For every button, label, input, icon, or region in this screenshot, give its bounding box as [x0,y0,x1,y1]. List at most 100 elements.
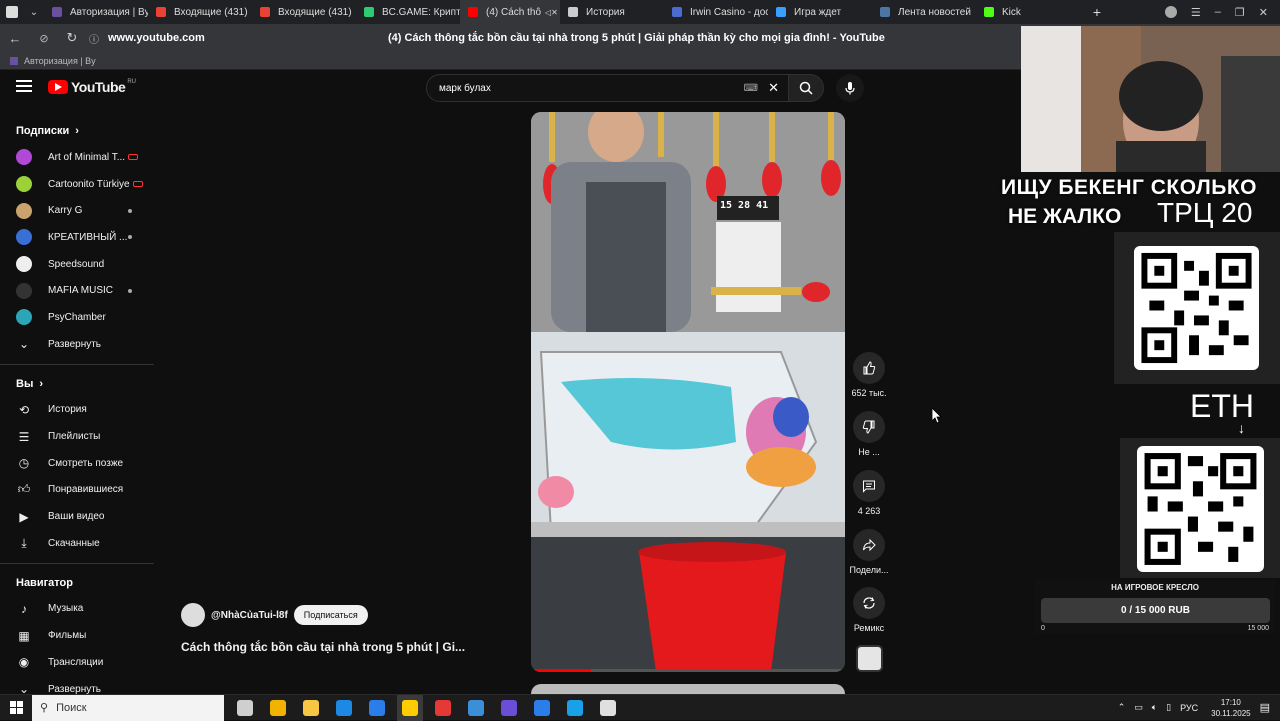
notifications-icon[interactable]: ▤ [1260,701,1270,714]
close-tab-icon[interactable]: ◁✕ [545,8,558,17]
thumb-down-icon[interactable] [853,411,885,443]
sidebar-item[interactable]: ☰ Плейлисты [0,423,154,450]
restore-icon[interactable]: ❐ [1235,6,1245,19]
file-explorer-icon[interactable] [298,695,324,721]
you-heading[interactable]: Вы › [0,371,154,397]
edge-icon[interactable] [331,695,357,721]
sidebar-subscription-item[interactable]: MAFIA MUSIC [0,277,154,304]
yandex-icon[interactable] [430,695,456,721]
notepad-icon[interactable] [529,695,555,721]
browser-tab[interactable]: Irwin Casino - досту [664,0,768,24]
sidebar-subscription-item[interactable]: Cartoonito Türkiye [0,171,154,198]
browser-tab[interactable]: Входящие (431) [148,0,252,24]
search-button[interactable] [788,74,824,102]
goal-value: 0 / 15 000 RUB [1121,605,1190,616]
site-info-icon[interactable]: ⓘ [86,31,102,46]
close-window-icon[interactable]: ✕ [1259,6,1268,19]
new-tab-button[interactable]: + [1086,3,1108,21]
yandex-browser-icon[interactable] [396,694,423,721]
sidebar-divider [0,363,154,365]
video-title[interactable]: Cách thông tắc bồn cầu tại nhà trong 5 p… [181,640,465,654]
battery-icon[interactable]: ▯ [1166,702,1171,713]
task-view-icon[interactable] [232,695,258,721]
sidebar-item-label: Развернуть [48,683,102,695]
voice-search-button[interactable] [836,74,864,102]
minimize-icon[interactable]: – [1215,6,1221,18]
sidebar-subscription-item[interactable]: Speedsound [0,251,154,278]
search-input[interactable]: марк булах [439,83,491,94]
sidebar-item[interactable]: 👍︎ Понравившиеся [0,477,154,504]
sidebar-item[interactable]: ♪ Музыка [0,596,154,623]
hamburger-menu-icon[interactable] [16,80,32,94]
speaker-icon[interactable]: 🔈︎ [1152,702,1157,713]
sidebar-item[interactable]: ⟲ История [0,397,154,424]
history-icon: ⟲ [18,402,30,417]
channel-avatar[interactable] [181,603,205,627]
subscriptions-heading[interactable]: Подписки › [0,118,154,144]
like-action[interactable]: 652 тыс. [846,352,892,398]
sidebar-subscription-item[interactable]: КРЕАТИВНЫЙ ... [0,224,154,251]
share-icon[interactable] [853,529,885,561]
remix-action[interactable]: Ремикс [846,587,892,633]
browser-tab[interactable]: История [560,0,664,24]
reload-icon[interactable]: ↻ [58,30,86,46]
comment-icon[interactable] [853,470,885,502]
keyboard-language[interactable]: РУС [1180,703,1198,713]
microsoft-store-icon[interactable] [265,695,291,721]
next-video-peek[interactable] [531,684,845,694]
video-progress-bar[interactable] [531,669,845,672]
browser-tab[interactable]: Игра ждет [768,0,872,24]
discord-icon[interactable] [496,695,522,721]
subscribe-button[interactable]: Подписаться [293,605,368,625]
back-icon[interactable]: ← [0,31,30,46]
dislike-action[interactable]: Не ... [846,411,892,457]
menu-icon[interactable]: ☰ [1191,6,1201,19]
bookmark-item[interactable]: Авторизация | By [24,56,96,66]
tray-chevron-up-icon[interactable]: ⌃ [1118,702,1126,713]
sidebar-item[interactable]: ▦ Фильмы [0,622,154,649]
sidebar-subscription-item[interactable]: Karry G [0,197,154,224]
telegram-icon[interactable] [562,695,588,721]
share-action[interactable]: Подели... [846,529,892,575]
dislike-label: Не ... [858,447,880,457]
remix-icon[interactable] [853,587,885,619]
browser-tab[interactable]: Лента новостей [872,0,976,24]
sidebar-item[interactable]: ◉ Трансляции [0,649,154,676]
youtube-logo[interactable]: YouTube RU [48,79,136,95]
tab-favicon-icon [364,7,374,17]
sidebar-item[interactable]: ◷ Смотреть позже [0,450,154,477]
sidebar-item[interactable]: ⤓ Скачанные [0,530,154,557]
browser-tab[interactable]: BC.GAME: Крипто [356,0,460,24]
browser-tab[interactable]: Kick [976,0,1080,24]
shield-icon[interactable]: ⊘ [30,32,58,45]
taskbar-search[interactable]: ⚲ Поиск [32,694,224,721]
browser-tab[interactable]: (4) Cách thô ◁✕ [460,0,560,24]
windows-start-icon[interactable] [0,695,32,721]
tab-label: Лента новостей [898,6,971,18]
url-text[interactable]: www.youtube.com [108,32,388,44]
channel-name[interactable]: @NhàCủaTui-l8f [211,610,288,621]
browser-tab[interactable]: Входящие (431) [252,0,356,24]
sidebar-item[interactable]: ▶ Ваши видео [0,503,154,530]
steam-icon[interactable] [463,695,489,721]
tab-list-chevron-icon[interactable]: ⌄ [24,7,44,18]
keyboard-icon[interactable]: ⌨ [744,83,758,94]
thumb-up-icon[interactable] [853,352,885,384]
profile-avatar-icon[interactable] [1164,6,1177,18]
shorts-video-player[interactable]: 15 28 41 [531,112,845,672]
search-box[interactable]: марк булах ⌨ ✕ [426,74,790,102]
sidebar-item-label: История [48,404,87,416]
outlook-icon[interactable] [364,695,390,721]
obs-icon[interactable] [595,695,621,721]
goal-min: 0 [1041,625,1045,632]
clear-search-icon[interactable]: ✕ [768,80,779,96]
browser-tab[interactable]: Авторизация | By [44,0,148,24]
comments-action[interactable]: 4 263 [846,470,892,516]
sidebar-toggle-icon[interactable] [0,0,24,24]
sidebar-subscription-item[interactable]: PsyChamber [0,304,154,331]
sidebar-expand-subs[interactable]: ⌄ Развернуть [0,331,154,358]
network-icon[interactable]: ▭ [1134,702,1143,713]
sidebar-subscription-item[interactable]: Art of Minimal T... [0,144,154,171]
sound-thumbnail[interactable] [856,645,883,672]
system-clock[interactable]: 17:10 30.11.2025 [1211,697,1250,719]
